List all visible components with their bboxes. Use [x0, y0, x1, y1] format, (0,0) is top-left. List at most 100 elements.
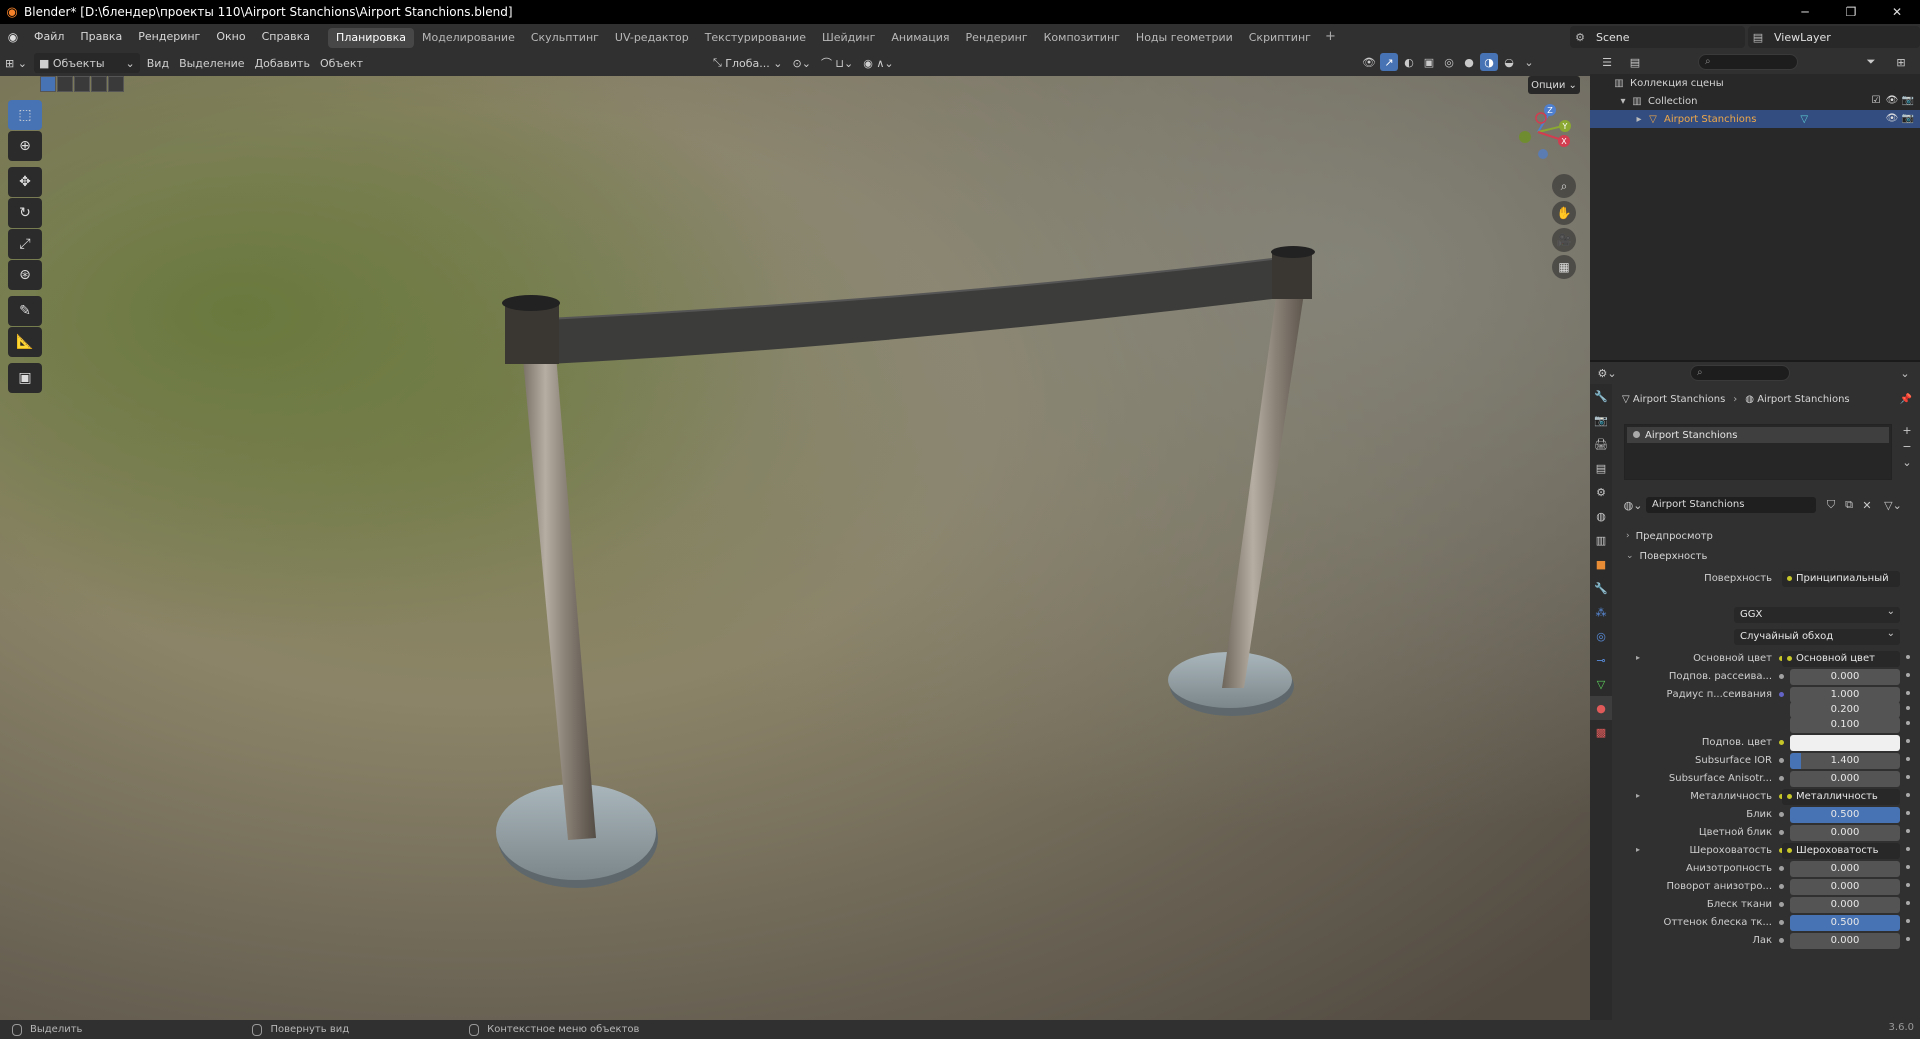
keyframe-dot-icon[interactable]	[1906, 919, 1910, 923]
subsurface-method-dropdown[interactable]: Случайный обход	[1734, 629, 1900, 645]
ortho-grid-icon[interactable]: ▦	[1552, 255, 1576, 279]
solid-shading-icon[interactable]: ●	[1460, 53, 1478, 71]
expand-arrow-icon[interactable]: ▸	[1632, 114, 1646, 125]
gizmo-toggle-icon[interactable]: ↗	[1380, 53, 1398, 71]
menu-help[interactable]: Справка	[254, 24, 318, 50]
unlink-material-icon[interactable]: ✕	[1858, 496, 1876, 514]
tab-sculpting[interactable]: Скульптинг	[523, 28, 607, 48]
select-new-icon[interactable]	[40, 76, 56, 92]
panel-preview[interactable]: › Предпросмотр	[1612, 526, 1920, 546]
remove-slot-icon[interactable]: −	[1898, 440, 1916, 454]
constraints-tab-icon[interactable]: ⊸	[1590, 648, 1612, 672]
exclude-checkbox-icon[interactable]: ☑	[1870, 94, 1882, 106]
properties-options-icon[interactable]: ⌄	[1896, 364, 1914, 382]
menu-window[interactable]: Окно	[208, 24, 253, 50]
visibility-icon[interactable]: 👁	[1360, 53, 1378, 71]
select-subtract-icon[interactable]	[74, 76, 90, 92]
distribution-dropdown[interactable]: GGX	[1734, 607, 1900, 623]
add-workspace-icon[interactable]: +	[1319, 26, 1342, 48]
bsdf-input-field[interactable]: 0.500	[1790, 807, 1900, 823]
add-cube-tool-icon[interactable]: ▣	[8, 363, 42, 393]
render-tab-icon[interactable]: 📷	[1590, 408, 1612, 432]
collapse-chevron-icon[interactable]: ▾	[1616, 96, 1630, 107]
rendered-shading-icon[interactable]: ◒	[1500, 53, 1518, 71]
wireframe-shading-icon[interactable]: ◎	[1440, 53, 1458, 71]
keyframe-dot-icon[interactable]	[1906, 883, 1910, 887]
keyframe-dot-icon[interactable]	[1906, 691, 1910, 695]
bsdf-input-field[interactable]: 0.000	[1790, 825, 1900, 841]
menu-object[interactable]: Объект	[315, 53, 368, 73]
bsdf-input-field[interactable]: Металличность	[1782, 789, 1900, 805]
fake-user-shield-icon[interactable]: ⛉	[1822, 496, 1840, 514]
pan-hand-icon[interactable]: ✋	[1552, 201, 1576, 225]
physics-tab-icon[interactable]: ◎	[1590, 624, 1612, 648]
scene-collection-row[interactable]: ▥ Коллекция сцены	[1590, 74, 1920, 92]
snap-icon[interactable]: ⌒ ⊔⌄	[816, 53, 858, 73]
add-slot-icon[interactable]: +	[1898, 424, 1916, 438]
tab-texture-paint[interactable]: Текстурирование	[697, 28, 814, 48]
keyframe-dot-icon[interactable]	[1906, 829, 1910, 833]
outliner-editor-type-icon[interactable]: ☰	[1598, 53, 1616, 71]
material-preview-icon[interactable]: ◑	[1480, 53, 1498, 71]
collection-row[interactable]: ▾ ▥ Collection ☑ 👁 📷	[1590, 92, 1920, 110]
tab-rendering[interactable]: Рендеринг	[958, 28, 1036, 48]
keyframe-dot-icon[interactable]	[1906, 847, 1910, 851]
socket-dot-icon[interactable]	[1779, 776, 1784, 781]
pivot-icon[interactable]: ⊙⌄	[788, 53, 816, 73]
socket-dot-icon[interactable]	[1779, 692, 1784, 697]
bsdf-input-field[interactable]: 0.000	[1790, 669, 1900, 685]
orientation-dropdown[interactable]: ⤡ Глоба... ⌄	[708, 53, 788, 73]
output-tab-icon[interactable]: 🖨	[1590, 432, 1612, 456]
material-slot[interactable]: Airport Stanchions	[1627, 427, 1889, 443]
visibility-eye-icon[interactable]: 👁	[1886, 94, 1899, 106]
texture-tab-icon[interactable]: ▩	[1590, 720, 1612, 744]
bsdf-input-field[interactable]: 0.000	[1790, 771, 1900, 787]
tab-modeling[interactable]: Моделирование	[414, 28, 523, 48]
data-tab-icon[interactable]: ▽	[1590, 672, 1612, 696]
scene-name[interactable]: Scene	[1596, 31, 1630, 44]
editor-type-icon[interactable]: ⊞ ⌄	[0, 53, 32, 73]
overlay-icon[interactable]: ◐	[1400, 53, 1418, 71]
menu-edit[interactable]: Правка	[72, 24, 130, 50]
scale-tool-icon[interactable]: ⤢	[8, 229, 42, 259]
tab-layout[interactable]: Планировка	[328, 28, 415, 48]
scene-tab-icon[interactable]: ⚙	[1590, 480, 1612, 504]
material-tab-icon[interactable]: ●	[1590, 696, 1612, 720]
render-camera-icon[interactable]: 📷	[1902, 94, 1914, 106]
menu-select[interactable]: Выделение	[174, 53, 250, 73]
duplicate-material-icon[interactable]: ⧉	[1840, 496, 1858, 514]
socket-dot-icon[interactable]	[1779, 758, 1784, 763]
navigation-gizmo[interactable]: Z Y X	[1505, 96, 1575, 166]
scene-selector[interactable]: ⚙ Scene	[1570, 26, 1745, 48]
expand-input-icon[interactable]: ▸	[1636, 845, 1640, 854]
bsdf-input-field[interactable]: 0.000	[1790, 861, 1900, 877]
surface-shader-field[interactable]: Принципиальный BSDF	[1782, 571, 1900, 587]
shading-dropdown-icon[interactable]: ⌄	[1520, 53, 1538, 71]
socket-dot-icon[interactable]	[1779, 812, 1784, 817]
3d-viewport[interactable]: Опции ⌄ ⬚ ⊕ ✥ ↻ ⤢ ⊛ ✎ 📐 ▣ Z Y X ⌕ ✋ 🎥 ▦	[0, 76, 1590, 1020]
keyframe-dot-icon[interactable]	[1906, 901, 1910, 905]
pin-icon[interactable]: 📌	[1900, 394, 1912, 405]
bsdf-input-field[interactable]: 0.000	[1790, 897, 1900, 913]
socket-dot-icon[interactable]	[1779, 902, 1784, 907]
socket-dot-icon[interactable]	[1779, 740, 1784, 745]
socket-dot-icon[interactable]	[1779, 830, 1784, 835]
slot-specials-icon[interactable]: ⌄	[1898, 456, 1916, 470]
bsdf-input-field[interactable]: 0.000	[1790, 933, 1900, 949]
keyframe-dot-icon[interactable]	[1906, 706, 1910, 710]
socket-dot-icon[interactable]	[1779, 920, 1784, 925]
bsdf-input-field[interactable]	[1790, 735, 1900, 751]
outliner-search-input[interactable]: ⌕	[1698, 54, 1798, 70]
proportional-edit-icon[interactable]: ◉ ∧⌄	[858, 53, 898, 73]
select-box-tool-icon[interactable]: ⬚	[8, 100, 42, 130]
menu-file[interactable]: Файл	[26, 24, 72, 50]
mesh-data-icon[interactable]: ▽	[1800, 114, 1808, 125]
panel-surface[interactable]: ⌄ Поверхность	[1612, 546, 1920, 566]
annotate-tool-icon[interactable]: ✎	[8, 296, 42, 326]
object-render-camera-icon[interactable]: 📷	[1902, 112, 1914, 124]
view-layer-tab-icon[interactable]: ▤	[1590, 456, 1612, 480]
move-tool-icon[interactable]: ✥	[8, 167, 42, 197]
keyframe-dot-icon[interactable]	[1906, 757, 1910, 761]
keyframe-dot-icon[interactable]	[1906, 937, 1910, 941]
object-tab-icon[interactable]: ■	[1590, 552, 1612, 576]
